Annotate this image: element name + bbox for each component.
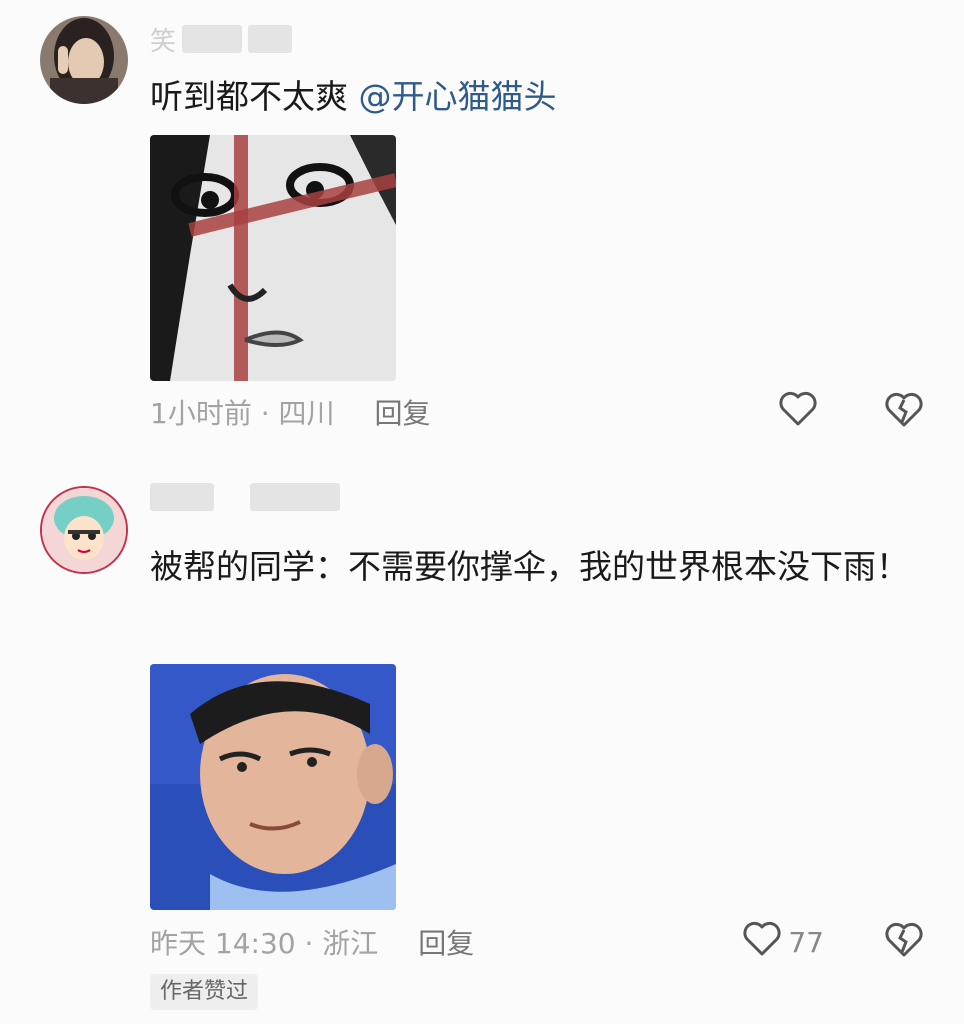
heart-outline-icon — [778, 391, 818, 434]
comment-image[interactable] — [150, 664, 396, 910]
time-location: 昨天 14:30 · 浙江 — [150, 927, 379, 960]
username-blur — [248, 25, 293, 53]
dislike-button[interactable] — [884, 392, 924, 432]
username[interactable]: 笑 — [150, 24, 293, 57]
broken-heart-icon — [884, 392, 924, 432]
comment-meta: 1小时前 · 四川 回复 — [150, 392, 431, 432]
username-blur — [250, 483, 340, 511]
dislike-button[interactable] — [884, 922, 924, 962]
username-blur — [182, 25, 243, 53]
author-liked-badge: 作者赞过 — [150, 974, 259, 1010]
like-count: 77 — [788, 925, 824, 959]
comment-text: 听到都不太爽 @开心猫猫头 — [150, 66, 930, 128]
comment-image[interactable] — [150, 135, 396, 381]
reply-button[interactable]: 回复 — [375, 392, 431, 432]
comment-item-1: 笑 听到都不太爽 @开心猫猫头 1小时前 · 四川 回复 — [0, 0, 964, 450]
comment-body: 被帮的同学：不需要你撑伞，我的世界根本没下雨！ — [150, 547, 909, 586]
comment-meta: 昨天 14:30 · 浙江 回复 — [150, 922, 474, 962]
broken-heart-icon — [884, 922, 924, 962]
username-initial: 笑 — [150, 26, 177, 57]
comment-body: 听到都不太爽 — [150, 77, 348, 116]
reply-button[interactable]: 回复 — [418, 922, 474, 962]
username-blur — [150, 483, 214, 511]
like-button[interactable]: 77 — [742, 921, 824, 964]
user-avatar[interactable] — [40, 486, 128, 574]
mention-link[interactable]: @开心猫猫头 — [359, 77, 557, 116]
comment-item-2: 被帮的同学：不需要你撑伞，我的世界根本没下雨！ 昨天 14:30 · 浙江 回复… — [0, 470, 964, 1024]
like-button[interactable] — [778, 391, 824, 434]
username[interactable] — [150, 482, 340, 512]
user-avatar[interactable] — [40, 16, 128, 104]
comment-text: 被帮的同学：不需要你撑伞，我的世界根本没下雨！ — [150, 536, 930, 598]
heart-outline-icon — [742, 921, 782, 964]
time-location: 1小时前 · 四川 — [150, 397, 335, 430]
